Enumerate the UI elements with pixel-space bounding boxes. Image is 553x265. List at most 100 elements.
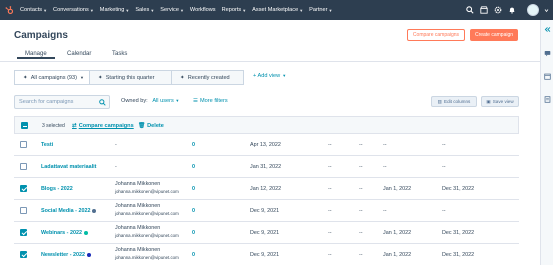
row-checkbox[interactable] [20, 141, 27, 148]
nav-item-label: Partner [309, 7, 328, 13]
search-placeholder: Search for campaigns [19, 99, 74, 105]
save-icon: ▣ [486, 98, 491, 104]
metric-2: -- [359, 164, 363, 170]
nav-item-workflows[interactable]: Workflows [190, 7, 216, 13]
campaign-count-link[interactable]: 0 [192, 164, 195, 170]
search-input[interactable]: Search for campaigns [14, 95, 110, 109]
nav-item-label: Service [160, 7, 179, 13]
campaign-name: Ladattavat materiaalit [41, 164, 97, 170]
account-chevron-down-icon[interactable] [543, 5, 549, 15]
bulk-delete-link[interactable]: 🗑 Delete [138, 123, 164, 129]
more-filters-button[interactable]: ☰ More filters [193, 98, 228, 104]
page-title: Campaigns [14, 30, 68, 41]
campaign-name-link[interactable]: Ladattavat materiaalit [41, 164, 96, 170]
owned-by-filter[interactable]: Owned by: All users ▼ [121, 98, 179, 104]
metric-2: -- [359, 230, 363, 236]
campaign-count-link[interactable]: 0 [192, 186, 195, 192]
start-date: -- [383, 142, 387, 148]
nav-item-conversations[interactable]: Conversations ▼ [53, 7, 94, 13]
row-checkbox[interactable] [20, 163, 27, 170]
created-date: Apr 13, 2022 [250, 142, 281, 148]
search-icon [99, 99, 106, 106]
chevron-down-icon: ▼ [328, 7, 333, 13]
campaign-count-link[interactable]: 0 [192, 230, 195, 236]
table-row: Testi - 0 Apr 13, 2022 -- -- -- -- [14, 134, 519, 156]
search-icon[interactable] [465, 5, 475, 15]
more-filters-label: More filters [200, 98, 228, 104]
bulk-actions-bar: 3 selected ⇄ Compare campaigns 🗑 Delete [14, 116, 519, 134]
chevron-down-icon: ▼ [43, 7, 48, 13]
calendar-panel-icon[interactable] [544, 73, 551, 80]
created-date: Dec 9, 2021 [250, 208, 280, 214]
metric-1: -- [328, 186, 332, 192]
add-view-button[interactable]: + Add view ▼ [253, 73, 286, 79]
edit-columns-label: Edit columns [444, 99, 471, 104]
bulk-delete-label: Delete [147, 123, 164, 129]
bulk-compare-campaigns-link[interactable]: ⇄ Compare campaigns [72, 123, 134, 129]
nav-item-reports[interactable]: Reports ▼ [222, 7, 247, 13]
nav-item-sales[interactable]: Sales ▼ [135, 7, 154, 13]
nav-item-asset-marketplace[interactable]: Asset Marketplace ▼ [252, 7, 303, 13]
settings-gear-icon[interactable] [493, 5, 503, 15]
row-checkbox[interactable] [20, 185, 27, 192]
compare-icon: ⇄ [72, 123, 77, 129]
nav-item-marketing[interactable]: Marketing ▼ [100, 7, 130, 13]
chevron-down-icon: ▼ [299, 7, 304, 13]
pin-icon: ✦ [180, 74, 185, 81]
view-tab-recently-created[interactable]: ✦ Recently created [171, 70, 244, 85]
owner-email: johanna.mikkonen@vipunet.com [115, 189, 179, 194]
end-date: -- [442, 208, 446, 214]
campaign-count-link[interactable]: 0 [192, 208, 195, 214]
campaign-name-link[interactable]: Blogs - 2022 [41, 186, 73, 192]
campaign-color-dot [87, 252, 92, 257]
owned-by-label: Owned by: [121, 98, 148, 104]
owner-email: johanna.mikkonen@vipunet.com [115, 233, 179, 238]
row-checkbox[interactable] [20, 207, 27, 214]
start-date: -- [383, 208, 387, 214]
view-tab-all-campaigns[interactable]: ✦ All campaigns (93) ▼ [14, 70, 90, 85]
chevron-down-icon: ▼ [125, 7, 130, 13]
chat-bubble-icon[interactable] [544, 50, 551, 57]
campaign-count-link[interactable]: 0 [192, 252, 195, 258]
nav-item-contacts[interactable]: Contacts ▼ [20, 7, 47, 13]
end-date: Dec 31, 2022 [442, 186, 475, 192]
tab-manage[interactable]: Manage [17, 49, 55, 59]
end-date: -- [442, 164, 446, 170]
edit-columns-button[interactable]: ▥ Edit columns [431, 96, 477, 107]
hubspot-logo-icon[interactable] [4, 5, 14, 15]
select-all-checkbox[interactable] [21, 122, 28, 129]
campaign-name-link[interactable]: Testi [41, 142, 53, 148]
nav-item-partner[interactable]: Partner ▼ [309, 7, 332, 13]
nav-item-label: Marketing [99, 7, 125, 13]
campaign-name-link[interactable]: Webinars - 2022 [41, 230, 88, 236]
collapse-chevrons-icon[interactable] [544, 26, 551, 33]
campaign-name-link[interactable]: Social Media - 2022 [41, 208, 97, 214]
campaign-count-link[interactable]: 0 [192, 142, 195, 148]
marketplace-icon[interactable] [479, 5, 489, 15]
compare-campaigns-button[interactable]: Compare campaigns [407, 29, 465, 41]
columns-icon: ▥ [437, 98, 443, 104]
nav-item-label: Sales [135, 7, 150, 13]
nav-item-service[interactable]: Service ▼ [160, 7, 184, 13]
trash-icon: 🗑 [138, 123, 146, 129]
table-row: Webinars - 2022 Johanna Mikkonen johanna.m… [14, 222, 519, 244]
tab-tasks[interactable]: Tasks [112, 49, 127, 57]
campaign-color-dot [83, 230, 88, 235]
nav-item-label: Conversations [53, 7, 89, 13]
create-campaign-button[interactable]: Create campaign [470, 29, 518, 41]
save-view-button[interactable]: ▣ Save view [481, 96, 519, 107]
nav-item-label: Contacts [20, 7, 43, 13]
view-tabs: ✦ All campaigns (93) ▼ ✦ Starting this q… [14, 70, 244, 85]
start-date: Jan 1, 2022 [383, 252, 412, 258]
view-tab-starting-this-quarter[interactable]: ✦ Starting this quarter [89, 70, 172, 85]
row-checkbox[interactable] [20, 229, 27, 236]
user-avatar[interactable] [527, 4, 539, 16]
row-checkbox[interactable] [20, 251, 27, 258]
campaign-name: Webinars - 2022 [41, 230, 82, 236]
tab-calendar[interactable]: Calendar [67, 49, 91, 57]
notifications-bell-icon[interactable] [507, 5, 517, 15]
metric-1: -- [328, 230, 332, 236]
owner-name: Johanna Mikkonen [115, 247, 161, 253]
document-panel-icon[interactable] [544, 96, 551, 103]
campaign-name-link[interactable]: Newsletter - 2022 [41, 252, 92, 258]
